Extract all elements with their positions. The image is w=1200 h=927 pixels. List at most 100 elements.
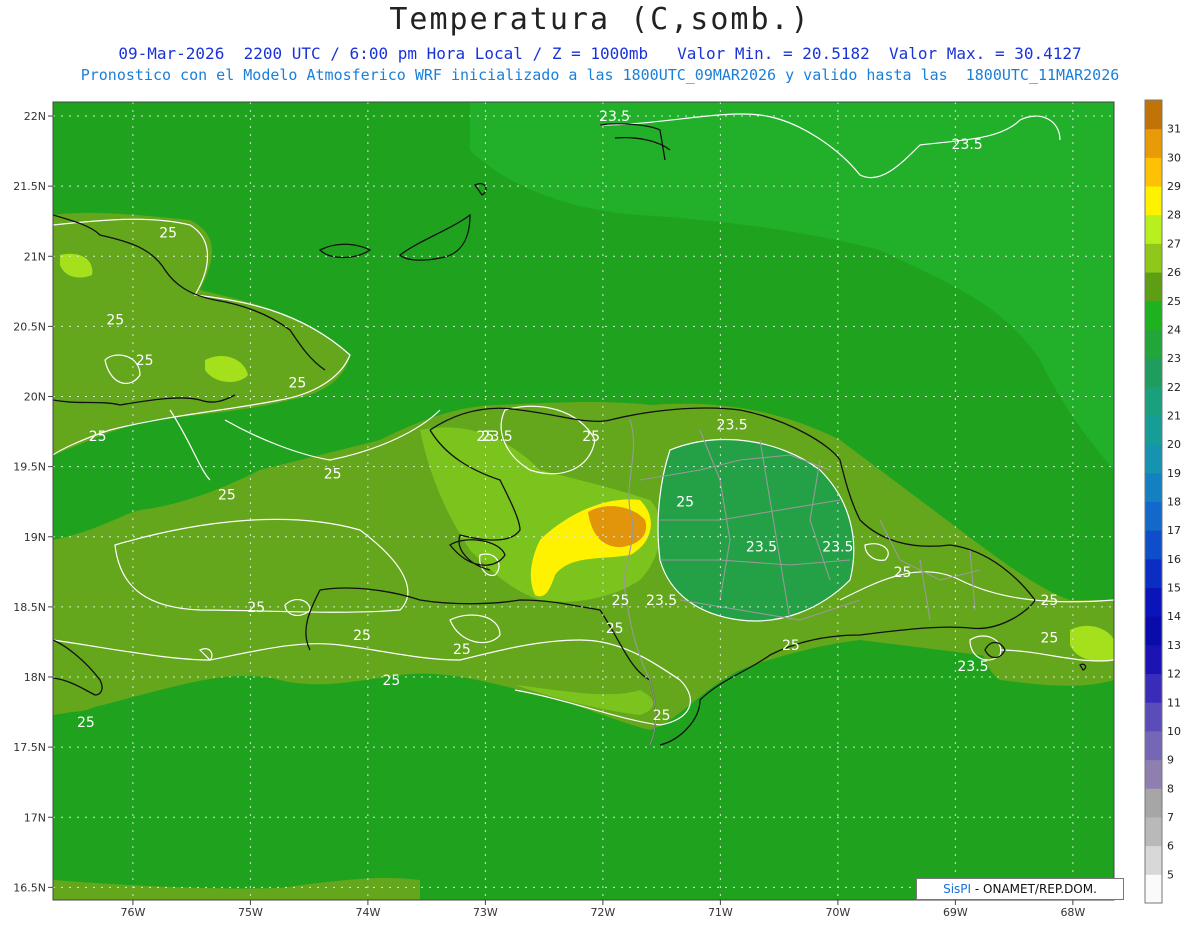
colorbar-label: 9 (1167, 754, 1174, 767)
colorbar-swatch (1145, 644, 1162, 675)
colorbar-swatch (1145, 358, 1162, 388)
contour-label: 23.5 (482, 429, 513, 445)
contour-label: 23.5 (952, 137, 983, 153)
colorbar-label: 6 (1167, 840, 1174, 853)
colorbar-swatch (1145, 100, 1162, 130)
contour-label: 25 (1040, 593, 1058, 609)
lon-label: 68W (1060, 906, 1085, 919)
colorbar-label: 27 (1167, 237, 1181, 250)
contour-label: 25 (653, 708, 671, 724)
colorbar-swatch (1145, 558, 1162, 589)
contour-label: 25 (288, 375, 306, 391)
contour-label: 23.5 (957, 659, 988, 675)
contour-label: 25 (159, 225, 177, 241)
contour-label: 25 (89, 429, 107, 445)
lat-label: 21N (24, 250, 46, 263)
lat-label: 17N (24, 811, 46, 824)
colorbar-label: 26 (1167, 266, 1181, 279)
colorbar-label: 28 (1167, 209, 1181, 222)
colorbar-label: 14 (1167, 610, 1181, 623)
lat-label: 21.5N (13, 180, 46, 193)
colorbar-label: 17 (1167, 524, 1181, 537)
contour-label: 23.5 (599, 109, 630, 125)
colorbar-swatch (1145, 415, 1162, 445)
colorbar-label: 10 (1167, 725, 1181, 738)
colorbar-swatch (1145, 616, 1162, 646)
contour-label: 23.5 (822, 540, 853, 556)
colorbar-label: 7 (1167, 811, 1174, 824)
lat-label: 19N (24, 531, 46, 544)
contour-label: 25 (676, 495, 694, 511)
colorbar-label: 25 (1167, 295, 1181, 308)
colorbar-swatch (1145, 329, 1162, 359)
longitude-labels: 76W 75W 74W 73W 72W 71W 70W 69W 68W (120, 900, 1085, 919)
colorbar-swatch (1145, 845, 1162, 875)
colorbar-label: 23 (1167, 352, 1181, 365)
contour-label: 25 (453, 642, 471, 658)
contour-label: 25 (582, 429, 600, 445)
lon-label: 74W (355, 906, 380, 919)
lat-label: 20N (24, 391, 46, 404)
colorbar-label: 24 (1167, 323, 1181, 336)
lon-label: 71W (708, 906, 733, 919)
colorbar-label: 31 (1167, 123, 1181, 136)
lon-label: 75W (238, 906, 263, 919)
colorbar-swatch (1145, 300, 1162, 330)
colorbar-label: 18 (1167, 496, 1181, 509)
colorbar-swatch (1145, 501, 1162, 531)
contour-label: 25 (612, 593, 630, 609)
credit-brand: SisPI (943, 882, 972, 896)
colorbar-swatch (1145, 243, 1162, 273)
colorbar-swatch (1145, 444, 1162, 474)
colorbar-swatch (1145, 702, 1162, 732)
lon-label: 69W (943, 906, 968, 919)
contour-label: 25 (324, 467, 342, 483)
lat-label: 18.5N (13, 601, 46, 614)
contour-label: 25 (353, 628, 371, 644)
colorbar-swatch (1145, 874, 1162, 904)
lat-label: 22N (24, 110, 46, 123)
lat-label: 16.5N (13, 881, 46, 894)
contour-label: 25 (382, 673, 400, 689)
credit-text: - ONAMET/REP.DOM. (971, 882, 1097, 896)
latitude-labels: 22N 21.5N 21N 20.5N 20N 19.5N 19N 18.5N 18N 17.5N… (13, 110, 53, 894)
lon-label: 70W (825, 906, 850, 919)
contour-label: 25 (106, 312, 124, 328)
lon-label: 72W (590, 906, 615, 919)
lat-label: 20.5N (13, 320, 46, 333)
colorbar-label: 5 (1167, 868, 1174, 881)
contour-label: 25 (136, 353, 154, 369)
lat-label: 17.5N (13, 741, 46, 754)
colorbar-swatch (1145, 816, 1162, 847)
colorbar-label: 30 (1167, 151, 1181, 164)
colorbar-label: 19 (1167, 467, 1181, 480)
colorbar-swatch (1145, 272, 1162, 302)
contour-label: 25 (77, 715, 95, 731)
colorbar-swatch (1145, 759, 1162, 789)
colorbar-swatch (1145, 730, 1162, 761)
colorbar-label: 21 (1167, 409, 1181, 422)
colorbar-label: 15 (1167, 582, 1181, 595)
contour-label: 23.5 (646, 593, 677, 609)
colorbar-swatch (1145, 530, 1162, 560)
colorbar-label: 11 (1167, 696, 1181, 709)
colorbar-swatch (1145, 788, 1162, 818)
contour-label: 25 (1040, 631, 1058, 647)
lon-label: 76W (120, 906, 145, 919)
colorbar-swatch (1145, 472, 1162, 502)
colorbar: 5 6 7 8 9 10 11 12 13 14 15 16 17 18 19 20 21 22 23 24 25 26 2… (1144, 99, 1181, 904)
temperature-field (53, 102, 1114, 900)
colorbar-swatch (1145, 587, 1162, 617)
map-canvas: 23.5 23.5 25 25 25 25 25 25 23.5 25 23.5 25 25 25 23.5… (13, 99, 1181, 919)
contour-label: 25 (894, 565, 912, 581)
contour-label: 25 (782, 638, 800, 654)
contour-label: 23.5 (717, 418, 748, 434)
colorbar-label: 8 (1167, 782, 1174, 795)
lat-label: 19.5N (13, 461, 46, 474)
colorbar-swatch (1145, 186, 1162, 216)
colorbar-label: 12 (1167, 668, 1181, 681)
lon-label: 73W (473, 906, 498, 919)
colorbar-swatch (1145, 673, 1162, 703)
colorbar-label: 22 (1167, 381, 1181, 394)
colorbar-label: 29 (1167, 180, 1181, 193)
